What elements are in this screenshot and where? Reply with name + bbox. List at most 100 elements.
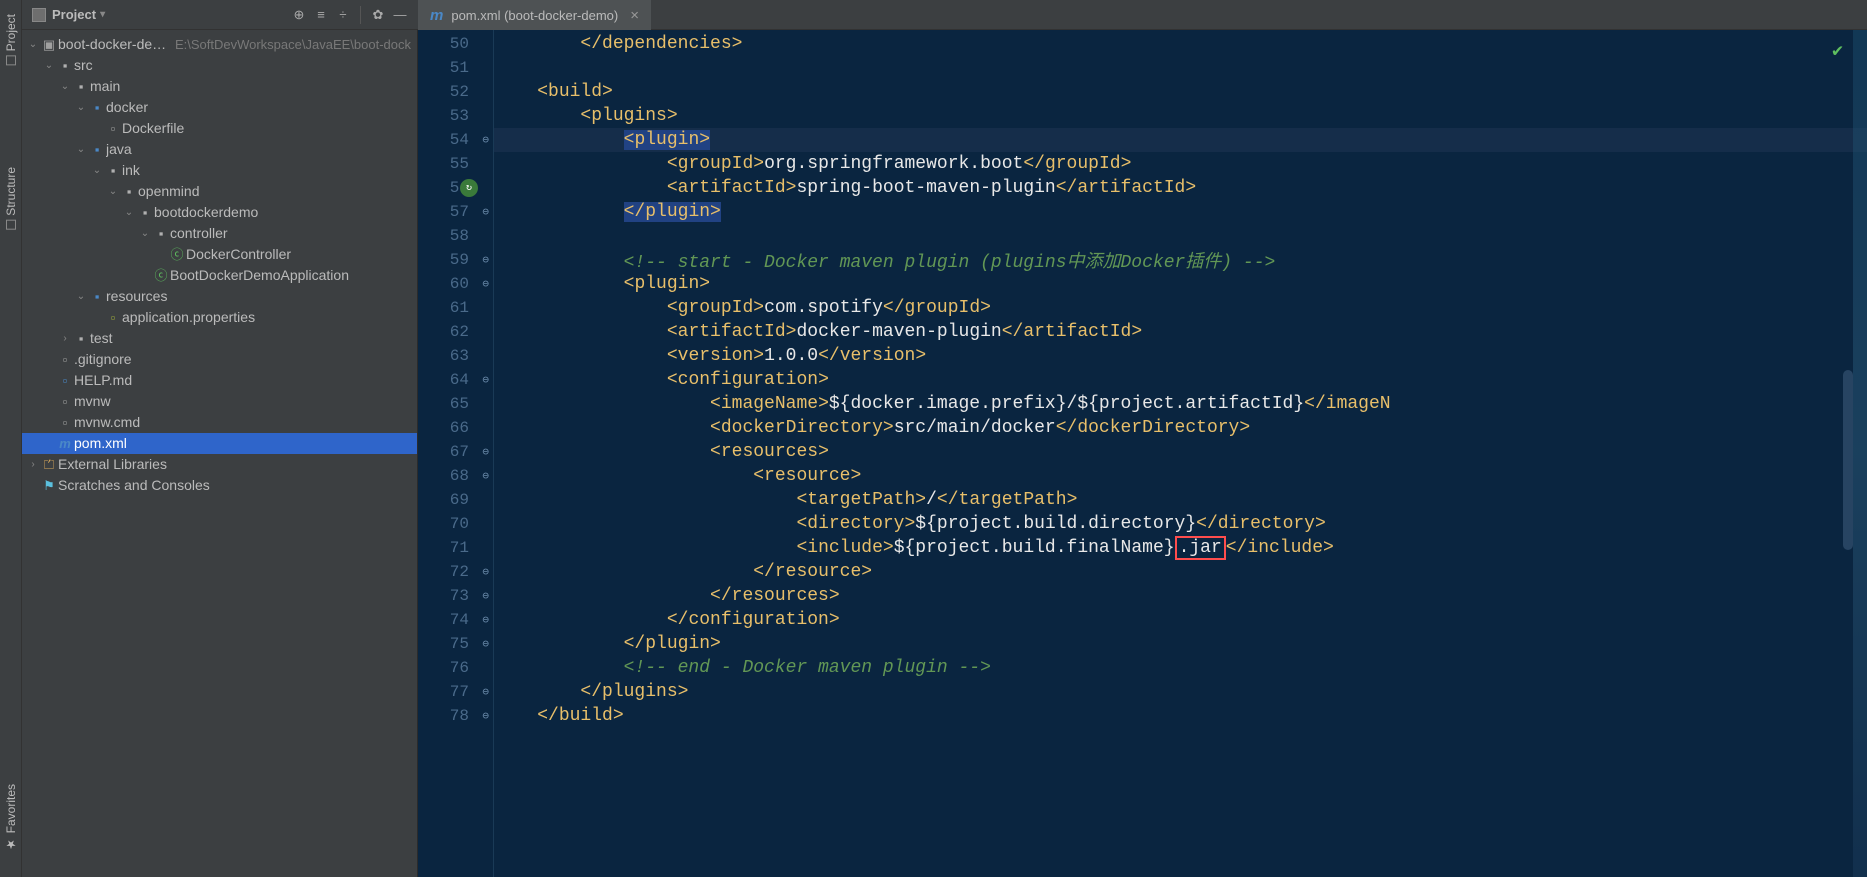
gutter-line[interactable]: 66: [418, 416, 493, 440]
code-line[interactable]: <groupId>com.spotify</groupId>: [494, 296, 1867, 320]
close-tab-icon[interactable]: ×: [630, 7, 639, 24]
code-line[interactable]: </plugin>: [494, 200, 1867, 224]
hide-panel-icon[interactable]: —: [392, 7, 408, 23]
tree-item[interactable]: ⓒBootDockerDemoApplication: [22, 265, 417, 286]
gutter-line[interactable]: 57⊖: [418, 200, 493, 224]
gutter-line[interactable]: 76: [418, 656, 493, 680]
fold-icon[interactable]: ⊖: [482, 205, 489, 219]
tree-item[interactable]: ▪openmind: [22, 181, 417, 202]
fold-icon[interactable]: ⊖: [482, 373, 489, 387]
vertical-scrollbar[interactable]: [1843, 370, 1853, 550]
editor-code[interactable]: ✔ </dependencies> <build> <plugins> <plu…: [494, 30, 1867, 877]
code-line[interactable]: <targetPath>/</targetPath>: [494, 488, 1867, 512]
tree-item[interactable]: ▪main: [22, 76, 417, 97]
tree-item[interactable]: ⏍External Libraries: [22, 454, 417, 475]
fold-icon[interactable]: ⊖: [482, 253, 489, 267]
code-line[interactable]: [494, 224, 1867, 248]
gutter-line[interactable]: 62: [418, 320, 493, 344]
gutter-line[interactable]: 54⊖: [418, 128, 493, 152]
project-tree[interactable]: ▣boot-docker-demoE:\SoftDevWorkspace\Jav…: [22, 30, 417, 500]
gutter-line[interactable]: 78⊖: [418, 704, 493, 728]
code-line[interactable]: </configuration>: [494, 608, 1867, 632]
code-line[interactable]: <!-- start - Docker maven plugin (plugin…: [494, 248, 1867, 272]
fold-icon[interactable]: ⊖: [482, 133, 489, 147]
code-line[interactable]: <resource>: [494, 464, 1867, 488]
gutter-line[interactable]: 67⊖: [418, 440, 493, 464]
tree-item[interactable]: mpom.xml: [22, 433, 417, 454]
tree-arrow-icon[interactable]: [42, 55, 56, 76]
gutter-line[interactable]: 63: [418, 344, 493, 368]
code-line[interactable]: [494, 56, 1867, 80]
fold-icon[interactable]: ⊖: [482, 613, 489, 627]
code-line[interactable]: </plugins>: [494, 680, 1867, 704]
settings-icon[interactable]: ✿: [370, 7, 386, 23]
code-line[interactable]: </plugin>: [494, 632, 1867, 656]
gutter-line[interactable]: 73⊖: [418, 584, 493, 608]
tree-arrow-icon[interactable]: [26, 454, 40, 475]
gutter-line[interactable]: 55: [418, 152, 493, 176]
tree-item[interactable]: ⓒDockerController: [22, 244, 417, 265]
code-line[interactable]: <plugin>: [494, 128, 1867, 152]
gutter-line[interactable]: 60⊖: [418, 272, 493, 296]
tree-item[interactable]: ▫.gitignore: [22, 349, 417, 370]
gutter-line[interactable]: 70: [418, 512, 493, 536]
gutter-line[interactable]: 65: [418, 392, 493, 416]
collapse-all-icon[interactable]: ÷: [335, 7, 351, 23]
tree-item[interactable]: ▪ink: [22, 160, 417, 181]
gutter-line[interactable]: 77⊖: [418, 680, 493, 704]
code-line[interactable]: </resource>: [494, 560, 1867, 584]
gutter-line[interactable]: 64⊖: [418, 368, 493, 392]
code-line[interactable]: </resources>: [494, 584, 1867, 608]
tree-arrow-icon[interactable]: [26, 34, 40, 55]
locate-icon[interactable]: ⊕: [291, 7, 307, 23]
gutter-line[interactable]: 72⊖: [418, 560, 493, 584]
tree-arrow-icon[interactable]: [122, 202, 136, 223]
tree-item[interactable]: ▪java: [22, 139, 417, 160]
tree-item[interactable]: ▫Dockerfile: [22, 118, 417, 139]
fold-icon[interactable]: ⊖: [482, 637, 489, 651]
fold-icon[interactable]: ⊖: [482, 277, 489, 291]
expand-all-icon[interactable]: ≡: [313, 7, 329, 23]
tree-item[interactable]: ▫HELP.md: [22, 370, 417, 391]
tree-item[interactable]: ▫mvnw.cmd: [22, 412, 417, 433]
tree-arrow-icon[interactable]: [58, 76, 72, 97]
code-line[interactable]: <plugins>: [494, 104, 1867, 128]
gutter-line[interactable]: 71: [418, 536, 493, 560]
tree-arrow-icon[interactable]: [74, 286, 88, 307]
project-view-selector[interactable]: Project: [52, 7, 105, 22]
side-tab-project[interactable]: Project: [2, 8, 20, 71]
gutter-line[interactable]: 61: [418, 296, 493, 320]
fold-icon[interactable]: ⊖: [482, 445, 489, 459]
code-line[interactable]: <!-- end - Docker maven plugin -->: [494, 656, 1867, 680]
tree-item[interactable]: ▪docker: [22, 97, 417, 118]
code-line[interactable]: <configuration>: [494, 368, 1867, 392]
fold-icon[interactable]: ⊖: [482, 469, 489, 483]
tree-item[interactable]: ⚑Scratches and Consoles: [22, 475, 417, 496]
fold-icon[interactable]: ⊖: [482, 685, 489, 699]
fold-icon[interactable]: ⊖: [482, 709, 489, 723]
side-tab-structure[interactable]: Structure: [2, 161, 20, 236]
tree-item[interactable]: ▪src: [22, 55, 417, 76]
tree-item[interactable]: ▫mvnw: [22, 391, 417, 412]
code-line[interactable]: <directory>${project.build.directory}</d…: [494, 512, 1867, 536]
code-line[interactable]: <resources>: [494, 440, 1867, 464]
tree-item[interactable]: ▫application.properties: [22, 307, 417, 328]
code-line[interactable]: </build>: [494, 704, 1867, 728]
gutter-line[interactable]: 52: [418, 80, 493, 104]
tree-arrow-icon[interactable]: [58, 328, 72, 349]
code-line[interactable]: <plugin>: [494, 272, 1867, 296]
run-gutter-icon[interactable]: ↻: [460, 179, 478, 197]
gutter-line[interactable]: 75⊖: [418, 632, 493, 656]
gutter-line[interactable]: 56↻: [418, 176, 493, 200]
gutter-line[interactable]: 51: [418, 56, 493, 80]
gutter-line[interactable]: 74⊖: [418, 608, 493, 632]
gutter-line[interactable]: 53: [418, 104, 493, 128]
fold-icon[interactable]: ⊖: [482, 589, 489, 603]
editor-gutter[interactable]: 5051525354⊖5556↻57⊖5859⊖60⊖61626364⊖6566…: [418, 30, 494, 877]
tree-arrow-icon[interactable]: [74, 139, 88, 160]
code-line[interactable]: <groupId>org.springframework.boot</group…: [494, 152, 1867, 176]
code-line[interactable]: <include>${project.build.finalName}.jar<…: [494, 536, 1867, 560]
tree-arrow-icon[interactable]: [90, 160, 104, 181]
fold-icon[interactable]: ⊖: [482, 565, 489, 579]
tree-arrow-icon[interactable]: [106, 181, 120, 202]
